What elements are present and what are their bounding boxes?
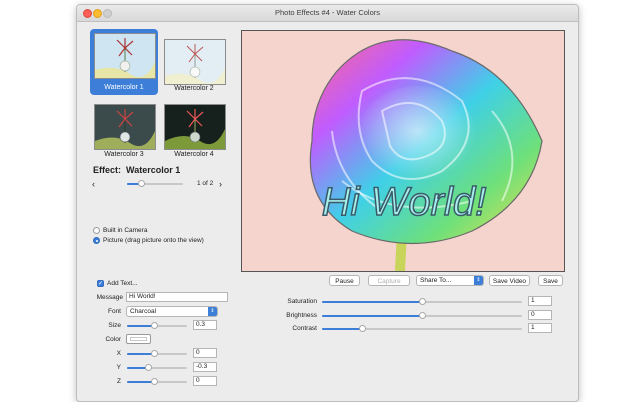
radio-label-picture: Picture (drag picture onto the view) [103, 237, 204, 244]
y-label: Y [116, 364, 121, 371]
pager-slider[interactable] [127, 180, 183, 187]
y-field[interactable]: -0.3 [193, 362, 217, 372]
saturation-slider-fill [322, 301, 422, 303]
contrast-field[interactable]: 1 [528, 323, 552, 333]
color-well[interactable] [126, 334, 151, 344]
effect-name: Watercolor 1 [126, 165, 181, 175]
x-slider[interactable] [127, 350, 187, 357]
flower-thumbnail-icon [165, 40, 225, 84]
size-slider-knob[interactable] [151, 322, 158, 329]
contrast-slider-knob[interactable] [359, 325, 366, 332]
flower-thumbnail-icon [95, 105, 155, 149]
effect-label-watercolor-3: Watercolor 3 [104, 151, 144, 158]
z-label: Z [117, 378, 121, 385]
add-text-checkbox[interactable]: ✓ [97, 280, 104, 287]
saturation-slider-knob[interactable] [419, 298, 426, 305]
rainbow-rose-image: Hi World! [309, 39, 543, 271]
effect-label-watercolor-1: Watercolor 1 [104, 84, 144, 91]
share-to-label: Share To... [420, 277, 452, 284]
color-label: Color [105, 336, 121, 343]
pause-button[interactable]: Pause [329, 275, 360, 286]
font-value: Charcoal [130, 308, 157, 315]
effect-thumb-watercolor-3[interactable] [94, 104, 156, 150]
z-slider[interactable] [127, 378, 187, 385]
brightness-slider-knob[interactable] [419, 312, 426, 319]
effect-label-watercolor-4: Watercolor 4 [174, 151, 214, 158]
pager-prev-button[interactable]: ‹ [92, 179, 95, 189]
saturation-label: Saturation [287, 298, 317, 305]
radio-picture[interactable] [93, 237, 100, 244]
chevron-up-down-icon: ⇕ [474, 276, 483, 285]
x-slider-knob[interactable] [151, 350, 158, 357]
z-field[interactable]: 0 [193, 376, 217, 386]
message-label: Message [96, 294, 123, 301]
size-slider-fill [127, 325, 154, 327]
size-slider[interactable] [127, 322, 187, 329]
effect-prefix: Effect: [93, 165, 122, 175]
message-field[interactable]: Hi World! [126, 292, 228, 302]
z-slider-knob[interactable] [151, 378, 158, 385]
preview-overlay-text: Hi World! [322, 180, 486, 224]
z-slider-fill [127, 381, 154, 383]
contrast-slider[interactable] [322, 325, 522, 332]
pager-label: 1 of 2 [197, 180, 214, 187]
pager-next-button[interactable]: › [219, 179, 222, 189]
effect-label-watercolor-2: Watercolor 2 [174, 85, 214, 92]
effect-thumb-watercolor-4[interactable] [164, 104, 226, 150]
font-popup[interactable]: Charcoal ⇕ [126, 306, 218, 317]
contrast-slider-fill [322, 328, 362, 330]
brightness-slider[interactable] [322, 312, 522, 319]
x-slider-fill [127, 353, 154, 355]
contrast-label: Contrast [292, 325, 317, 332]
share-to-popup[interactable]: Share To... ⇕ [416, 275, 484, 286]
chevron-up-down-icon: ⇕ [208, 307, 217, 316]
saturation-field[interactable]: 1 [528, 296, 552, 306]
effect-thumb-watercolor-2[interactable] [164, 39, 226, 85]
radio-built-in-camera[interactable] [93, 227, 100, 234]
size-field[interactable]: 0.3 [193, 320, 217, 330]
brightness-label: Brightness [286, 312, 317, 319]
brightness-slider-fill [322, 315, 422, 317]
y-slider-knob[interactable] [145, 364, 152, 371]
save-video-button[interactable]: Save Video [489, 275, 530, 286]
capture-button[interactable]: Capture [368, 275, 410, 286]
flower-thumbnail-icon [165, 105, 225, 149]
color-swatch [130, 337, 147, 341]
y-slider[interactable] [127, 364, 187, 371]
effect-thumb-watercolor-1[interactable] [94, 33, 156, 79]
preview-image[interactable]: Hi World! [241, 30, 565, 272]
effect-header: Effect: Watercolor 1 [93, 165, 180, 175]
x-label: X [116, 350, 121, 357]
x-field[interactable]: 0 [193, 348, 217, 358]
font-label: Font [107, 308, 121, 315]
window-title: Photo Effects #4 - Water Colors [274, 8, 381, 17]
brightness-field[interactable]: 0 [528, 310, 552, 320]
flower-thumbnail-icon [95, 34, 155, 78]
saturation-slider[interactable] [322, 298, 522, 305]
add-text-label: Add Text... [107, 280, 138, 287]
title-bar: Photo Effects #4 - Water Colors [77, 5, 578, 22]
pager-slider-knob[interactable] [138, 180, 145, 187]
size-label: Size [108, 322, 121, 329]
app-window: Photo Effects #4 - Water Colors Watercol… [76, 4, 579, 402]
save-button[interactable]: Save [538, 275, 563, 286]
radio-label-built-in-camera: Built in Camera [103, 227, 148, 234]
